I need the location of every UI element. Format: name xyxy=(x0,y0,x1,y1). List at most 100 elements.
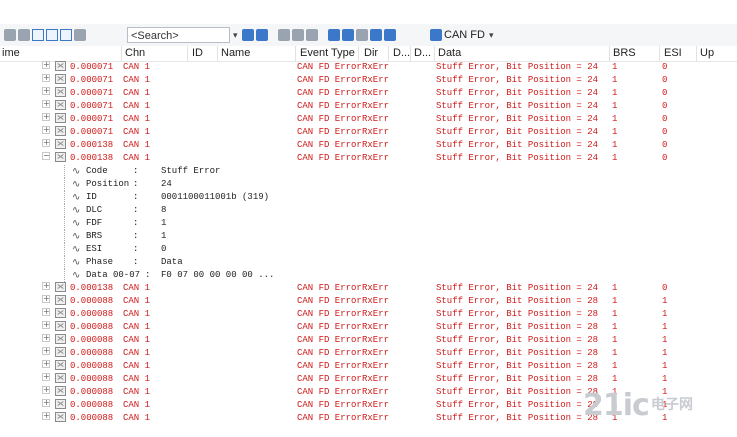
expand-icon[interactable]: + xyxy=(42,399,50,407)
expand-icon[interactable]: + xyxy=(42,61,50,69)
column-header-data[interactable]: Data xyxy=(438,47,461,59)
layout-icon[interactable] xyxy=(356,29,368,41)
error-frame-icon xyxy=(55,334,66,344)
error-frame-icon xyxy=(55,360,66,370)
expand-icon[interactable]: + xyxy=(42,295,50,303)
signal-icon: ∿ xyxy=(72,179,81,190)
column-header-row: ime Chn ID Name Event Type Dir D... D...… xyxy=(0,46,737,62)
table-row[interactable]: + 0.000088 CAN 1 CAN FD Error RxErr Stuf… xyxy=(0,334,737,347)
search-dropdown-icon[interactable]: ▾ xyxy=(233,30,238,41)
database-icon[interactable] xyxy=(328,29,340,41)
expand-icon[interactable]: + xyxy=(42,321,50,329)
column-header-name[interactable]: Name xyxy=(221,47,250,59)
table-row[interactable]: + 0.000088 CAN 1 CAN FD Error RxErr Stuf… xyxy=(0,308,737,321)
table-row[interactable]: + 0.000088 CAN 1 CAN FD Error RxErr Stuf… xyxy=(0,373,737,386)
error-frame-icon xyxy=(55,347,66,357)
table-row[interactable]: + 0.000088 CAN 1 CAN FD Error RxErr Stuf… xyxy=(0,321,737,334)
columns-icon[interactable] xyxy=(74,29,86,41)
error-frame-icon xyxy=(55,61,66,71)
column-header-time[interactable]: ime xyxy=(2,47,20,59)
detail-row: ∿ DLC : 8 xyxy=(0,204,737,217)
column-header-esi[interactable]: ESI xyxy=(664,47,682,59)
error-frame-icon xyxy=(55,295,66,305)
expand-icon[interactable]: + xyxy=(42,100,50,108)
error-frame-icon xyxy=(55,412,66,422)
can-fd-icon xyxy=(430,29,442,41)
error-frame-icon xyxy=(55,152,66,162)
error-frame-icon xyxy=(55,321,66,331)
table-row[interactable]: + 0.000071 CAN 1 CAN FD Error RxErr Stuf… xyxy=(0,100,737,113)
detail-row: ∿ ID : 0001100011001b (319) xyxy=(0,191,737,204)
signal-icon: ∿ xyxy=(72,205,81,216)
error-frame-icon xyxy=(55,282,66,292)
table-row[interactable]: + 0.000138 CAN 1 CAN FD Error RxErr Stuf… xyxy=(0,282,737,295)
find-prev-icon[interactable] xyxy=(256,29,268,41)
search-input[interactable]: <Search> xyxy=(127,27,230,43)
error-frame-icon xyxy=(55,399,66,409)
pause-icon[interactable] xyxy=(4,29,16,41)
column-header-chn[interactable]: Chn xyxy=(125,47,145,59)
signal-icon: ∿ xyxy=(72,218,81,229)
table-row[interactable]: + 0.000088 CAN 1 CAN FD Error RxErr Stuf… xyxy=(0,360,737,373)
expand-icon[interactable]: + xyxy=(42,113,50,121)
error-frame-icon xyxy=(55,373,66,383)
column-header-dir[interactable]: Dir xyxy=(364,47,378,59)
table-row[interactable]: + 0.000071 CAN 1 CAN FD Error RxErr Stuf… xyxy=(0,74,737,87)
collapse-icon[interactable]: − xyxy=(42,152,50,160)
table-row[interactable]: + 0.000071 CAN 1 CAN FD Error RxErr Stuf… xyxy=(0,61,737,74)
table-row-expanded[interactable]: − 0.000138 CAN 1 CAN FD Error RxErr Stuf… xyxy=(0,152,737,165)
error-frame-icon xyxy=(55,308,66,318)
expand-icon[interactable]: + xyxy=(42,74,50,82)
expand-icon[interactable]: + xyxy=(42,282,50,290)
error-frame-icon xyxy=(55,100,66,110)
table-row[interactable]: + 0.000071 CAN 1 CAN FD Error RxErr Stuf… xyxy=(0,87,737,100)
expand-icon[interactable]: + xyxy=(42,139,50,147)
error-frame-icon xyxy=(55,74,66,84)
error-frame-icon xyxy=(55,386,66,396)
stop-icon[interactable] xyxy=(18,29,30,41)
column-header-brs[interactable]: BRS xyxy=(613,47,636,59)
watermark-logo: 21ic xyxy=(583,388,650,423)
table-row[interactable]: + 0.000088 CAN 1 CAN FD Error RxErr Stuf… xyxy=(0,347,737,360)
filter-icon[interactable] xyxy=(342,29,354,41)
column-header-id[interactable]: ID xyxy=(192,47,203,59)
sort-time-icon[interactable] xyxy=(32,29,44,41)
error-frame-icon xyxy=(55,126,66,136)
expand-icon[interactable]: + xyxy=(42,360,50,368)
table-row[interactable]: + 0.000088 CAN 1 CAN FD Error RxErr Stuf… xyxy=(0,295,737,308)
expand-icon[interactable]: + xyxy=(42,334,50,342)
expand-icon[interactable]: + xyxy=(42,308,50,316)
expand-icon[interactable]: + xyxy=(42,347,50,355)
expand-icon[interactable]: + xyxy=(42,412,50,420)
marker-icon[interactable] xyxy=(306,29,318,41)
protocol-selector[interactable]: CAN FD ▾ xyxy=(430,26,493,44)
sort-channel-icon[interactable] xyxy=(46,29,58,41)
watermark-text: 电子网 xyxy=(651,397,693,413)
column-header-up[interactable]: Up xyxy=(700,47,714,59)
find-next-icon[interactable] xyxy=(242,29,254,41)
back-icon[interactable] xyxy=(278,29,290,41)
column-header-d1[interactable]: D... xyxy=(393,47,410,59)
forward-icon[interactable] xyxy=(292,29,304,41)
column-header-d2[interactable]: D... xyxy=(414,47,431,59)
detail-row: ∿ Phase : Data xyxy=(0,256,737,269)
table-row[interactable]: + 0.000071 CAN 1 CAN FD Error RxErr Stuf… xyxy=(0,113,737,126)
expand-icon[interactable]: + xyxy=(42,373,50,381)
font-size-icon[interactable] xyxy=(370,29,382,41)
toolbar-left-group xyxy=(4,27,88,43)
expand-icon[interactable]: + xyxy=(42,126,50,134)
signal-icon: ∿ xyxy=(72,257,81,268)
signal-icon: ∿ xyxy=(72,192,81,203)
signal-icon: ∿ xyxy=(72,270,81,281)
highlight-icon[interactable] xyxy=(384,29,396,41)
expand-icon[interactable]: + xyxy=(42,386,50,394)
signal-icon: ∿ xyxy=(72,231,81,242)
detail-row: ∿ ESI : 0 xyxy=(0,243,737,256)
expand-icon[interactable]: + xyxy=(42,87,50,95)
error-frame-icon xyxy=(55,87,66,97)
table-row[interactable]: + 0.000138 CAN 1 CAN FD Error RxErr Stuf… xyxy=(0,139,737,152)
filter-view-icon[interactable] xyxy=(60,29,72,41)
table-row[interactable]: + 0.000071 CAN 1 CAN FD Error RxErr Stuf… xyxy=(0,126,737,139)
column-header-event-type[interactable]: Event Type xyxy=(300,47,355,59)
protocol-dropdown-icon[interactable]: ▾ xyxy=(489,30,494,41)
